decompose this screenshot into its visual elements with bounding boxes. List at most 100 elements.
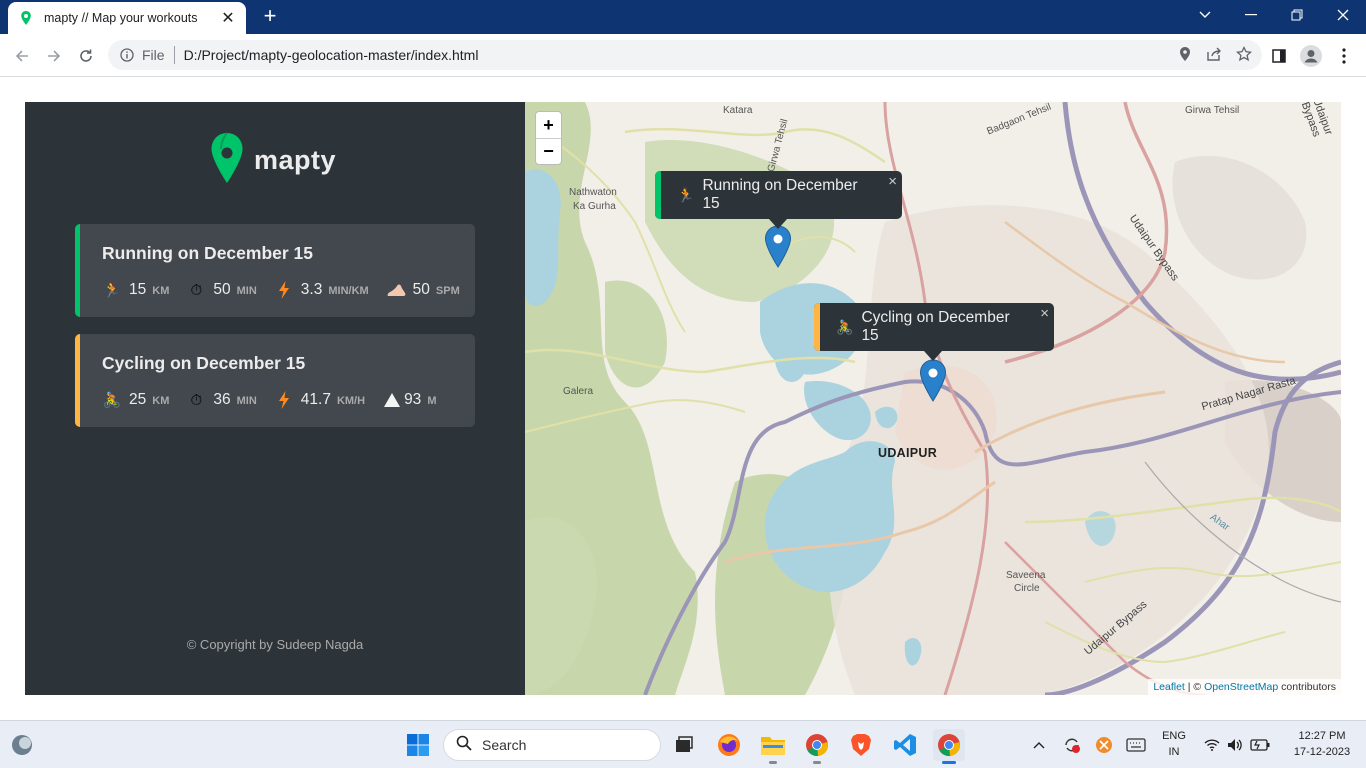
restore-button[interactable] bbox=[1274, 0, 1320, 30]
running-indicator bbox=[769, 761, 777, 764]
distance-unit: KM bbox=[152, 395, 170, 407]
tab-close-icon[interactable]: ✕ bbox=[220, 8, 236, 28]
active-indicator bbox=[942, 761, 956, 764]
language-indicator[interactable]: ENG bbox=[1158, 730, 1190, 742]
workout-title: Running on December 15 bbox=[102, 243, 314, 263]
share-icon[interactable] bbox=[1206, 46, 1222, 67]
show-hidden-icons-chevron-icon[interactable] bbox=[1023, 729, 1055, 761]
browser-tab[interactable]: mapty // Map your workouts ✕ bbox=[8, 2, 246, 34]
clock-date[interactable]: 17-12-2023 bbox=[1284, 746, 1360, 758]
workout-detail-duration: ⏱ 50 MIN bbox=[186, 281, 257, 299]
duration-unit: MIN bbox=[236, 395, 257, 407]
duration-value: 50 bbox=[213, 281, 231, 298]
new-tab-button[interactable]: + bbox=[258, 5, 282, 27]
runner-icon: 🏃 bbox=[677, 186, 695, 203]
cadence-unit: SPM bbox=[435, 285, 460, 297]
tab-search-icon[interactable] bbox=[1182, 0, 1228, 30]
workout-card-cycling[interactable]: Cycling on December 15 🚴 25 KM ⏱ 36 MIN … bbox=[75, 334, 475, 427]
running-indicator bbox=[813, 761, 821, 764]
brave-icon[interactable] bbox=[845, 729, 877, 761]
workout-detail-duration: ⏱ 36 MIN bbox=[186, 391, 257, 409]
url-text[interactable]: D:/Project/mapty-geolocation-master/inde… bbox=[184, 47, 479, 63]
running-popup[interactable]: 🏃 Running on December 15 × bbox=[655, 171, 902, 229]
mountain-icon bbox=[382, 391, 402, 409]
cycling-popup[interactable]: 🚴 Cycling on December 15 × bbox=[814, 303, 1054, 361]
clock-time[interactable]: 12:27 PM bbox=[1284, 730, 1360, 742]
popup-close-icon[interactable]: × bbox=[1040, 305, 1049, 322]
distance-unit: KM bbox=[152, 285, 170, 297]
back-button[interactable] bbox=[9, 43, 35, 69]
region-indicator[interactable]: IN bbox=[1158, 746, 1190, 758]
battery-icon[interactable] bbox=[1244, 729, 1276, 761]
reload-button[interactable] bbox=[73, 43, 99, 69]
speed-unit: KM/H bbox=[336, 395, 366, 407]
map-label-udaipur: UDAIPUR bbox=[878, 446, 938, 460]
popup-close-icon[interactable]: × bbox=[888, 173, 897, 190]
workout-detail-distance: 🏃 15 KM bbox=[102, 281, 170, 299]
tab-title: mapty // Map your workouts bbox=[44, 11, 198, 25]
distance-value: 15 bbox=[129, 281, 147, 298]
popup-text: Running on December 15 bbox=[702, 177, 858, 212]
map-label-galera: Galera bbox=[563, 386, 594, 397]
minimize-button[interactable] bbox=[1228, 0, 1274, 30]
file-explorer-icon[interactable] bbox=[757, 729, 789, 764]
close-window-button[interactable] bbox=[1320, 0, 1366, 30]
workout-details: 🏃 15 KM ⏱ 50 MIN 3.3 MIN/KM 50 SPM bbox=[102, 280, 475, 300]
start-button[interactable] bbox=[402, 729, 434, 761]
stopwatch-icon: ⏱ bbox=[190, 391, 203, 409]
workout-title: Cycling on December 15 bbox=[102, 353, 306, 373]
firefox-icon[interactable] bbox=[713, 729, 745, 761]
leaflet-link[interactable]: Leaflet bbox=[1153, 681, 1185, 693]
vscode-icon[interactable] bbox=[889, 729, 921, 761]
map-label-nathwaton: Nathwaton bbox=[569, 187, 617, 198]
osm-link[interactable]: OpenStreetMap bbox=[1204, 681, 1278, 693]
omnibox-divider bbox=[173, 46, 175, 64]
app-tray-icon[interactable] bbox=[1088, 729, 1120, 761]
windows-taskbar: Search ENG IN 12:27 PM 17-12-2023 bbox=[0, 720, 1366, 768]
workout-details: 🚴 25 KM ⏱ 36 MIN 41.7 KM/H 93 M bbox=[102, 390, 453, 410]
foot-icon bbox=[386, 281, 406, 299]
address-bar[interactable]: File D:/Project/mapty-geolocation-master… bbox=[108, 40, 1262, 70]
zoom-in-button[interactable]: + bbox=[536, 112, 561, 138]
bookmark-star-icon[interactable] bbox=[1236, 45, 1252, 67]
taskbar-search[interactable]: Search bbox=[443, 729, 661, 761]
sidebar: mapty Running on December 15 🏃 15 KM ⏱ 5… bbox=[25, 102, 525, 695]
chrome-icon[interactable] bbox=[801, 729, 833, 764]
cyclist-icon: 🚴 bbox=[102, 392, 122, 409]
profile-avatar[interactable] bbox=[1298, 43, 1324, 69]
side-panel-icon[interactable] bbox=[1266, 43, 1292, 69]
running-accent-stripe bbox=[75, 224, 80, 317]
pace-value: 3.3 bbox=[300, 281, 323, 298]
workout-card-running[interactable]: Running on December 15 🏃 15 KM ⏱ 50 MIN … bbox=[75, 224, 475, 317]
elevation-value: 93 bbox=[404, 391, 422, 408]
widgets-icon[interactable] bbox=[6, 729, 38, 761]
distance-value: 25 bbox=[129, 391, 147, 408]
cycling-accent-stripe bbox=[75, 334, 80, 427]
forward-button[interactable] bbox=[41, 43, 67, 69]
runner-icon: 🏃 bbox=[102, 282, 122, 299]
chrome-active-icon[interactable] bbox=[933, 729, 965, 764]
workout-detail-cadence: 50 SPM bbox=[386, 281, 460, 299]
zoom-out-button[interactable]: − bbox=[536, 138, 561, 164]
lightning-icon bbox=[274, 281, 294, 299]
info-icon[interactable] bbox=[120, 48, 134, 62]
map-container[interactable]: Katara Badgaon Tehsil Girwa Tehsil Girwa… bbox=[525, 102, 1341, 695]
zoom-control: + − bbox=[535, 111, 562, 165]
popup-tip bbox=[769, 219, 787, 229]
page-content: mapty Running on December 15 🏃 15 KM ⏱ 5… bbox=[0, 77, 1366, 719]
search-placeholder: Search bbox=[482, 737, 527, 753]
logo-text: mapty bbox=[254, 145, 337, 175]
keyboard-icon[interactable] bbox=[1120, 729, 1152, 761]
browser-menu-icon[interactable] bbox=[1331, 43, 1357, 69]
popup-accent-stripe bbox=[655, 171, 661, 219]
elevation-unit: M bbox=[427, 395, 437, 407]
task-view-icon[interactable] bbox=[668, 729, 700, 761]
cadence-value: 50 bbox=[412, 281, 430, 298]
sync-icon[interactable] bbox=[1056, 729, 1088, 761]
map-label-circle: Circle bbox=[1014, 583, 1040, 594]
duration-unit: MIN bbox=[236, 285, 257, 297]
location-icon[interactable] bbox=[1178, 46, 1192, 67]
map-pin-logo-icon bbox=[210, 132, 244, 189]
workout-detail-pace: 3.3 MIN/KM bbox=[274, 281, 369, 299]
workout-detail-distance: 🚴 25 KM bbox=[102, 391, 170, 409]
